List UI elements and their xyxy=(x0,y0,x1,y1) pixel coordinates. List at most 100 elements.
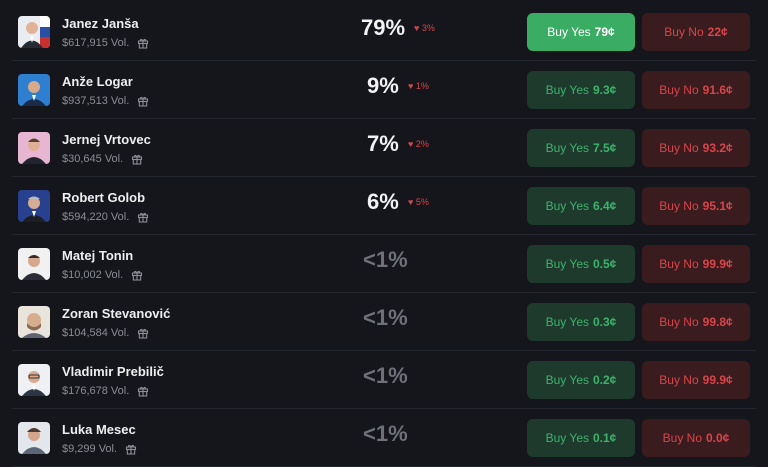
list-item[interactable]: Anže Logar $937,513 Vol. 9% ♥ 1% Buy Yes… xyxy=(0,61,768,119)
list-item[interactable]: Matej Tonin $10,002 Vol. <1% Buy Yes 0.5¢… xyxy=(0,235,768,293)
gift-icon[interactable] xyxy=(137,327,149,339)
avatar xyxy=(18,306,50,338)
buy-no-label: Buy No xyxy=(662,431,702,445)
change-value: 1% xyxy=(415,81,429,91)
volume-text: $10,002 Vol. xyxy=(62,269,124,281)
buy-no-button[interactable]: Buy No 93.2¢ xyxy=(642,129,750,167)
probability-value: 6% xyxy=(367,189,399,214)
gift-icon[interactable] xyxy=(137,385,149,397)
avatar xyxy=(18,74,50,106)
gift-icon[interactable] xyxy=(137,211,149,223)
candidate-name: Vladimir Prebilič xyxy=(62,364,164,379)
change-indicator: ♥ 3% xyxy=(414,23,435,33)
probability-value: 7% xyxy=(367,131,399,156)
outcome-list: Janez Janša $617,915 Vol. 79% ♥ 3% Buy Y… xyxy=(0,0,768,467)
buy-yes-button[interactable]: Buy Yes 0.3¢ xyxy=(527,303,635,341)
candidate-name: Zoran Stevanović xyxy=(62,306,171,321)
buy-yes-button[interactable]: Buy Yes 0.2¢ xyxy=(527,361,635,399)
yes-price: 6.4¢ xyxy=(593,199,617,213)
buy-no-label: Buy No xyxy=(659,199,699,213)
buy-yes-label: Buy Yes xyxy=(545,83,589,97)
list-item[interactable]: Jernej Vrtovec $30,645 Vol. 7% ♥ 2% Buy … xyxy=(0,119,768,177)
volume: $104,584 Vol. xyxy=(62,327,149,339)
change-value: 2% xyxy=(415,139,429,149)
yes-price: 0.2¢ xyxy=(593,373,617,387)
volume: $617,915 Vol. xyxy=(62,37,149,49)
volume: $9,299 Vol. xyxy=(62,443,137,455)
volume-text: $176,678 Vol. xyxy=(62,385,130,397)
buy-no-label: Buy No xyxy=(659,141,699,155)
buy-no-button[interactable]: Buy No 99.9¢ xyxy=(642,245,750,283)
buy-yes-button[interactable]: Buy Yes 9.3¢ xyxy=(527,71,635,109)
volume: $10,002 Vol. xyxy=(62,269,143,281)
change-value: 5% xyxy=(415,197,429,207)
gift-icon[interactable] xyxy=(137,37,149,49)
heart-icon: ♥ xyxy=(408,81,414,91)
list-item[interactable]: Zoran Stevanović $104,584 Vol. <1% Buy Y… xyxy=(0,293,768,351)
buy-yes-label: Buy Yes xyxy=(545,141,589,155)
buy-yes-label: Buy Yes xyxy=(545,199,589,213)
volume: $937,513 Vol. xyxy=(62,95,149,107)
heart-icon: ♥ xyxy=(408,197,414,207)
gift-icon[interactable] xyxy=(137,95,149,107)
avatar xyxy=(18,16,50,48)
buy-no-label: Buy No xyxy=(664,25,704,39)
list-item[interactable]: Vladimir Prebilič $176,678 Vol. <1% Buy … xyxy=(0,351,768,409)
candidate-name: Luka Mesec xyxy=(62,422,136,437)
no-price: 91.6¢ xyxy=(702,83,733,97)
buy-no-button[interactable]: Buy No 99.9¢ xyxy=(642,361,750,399)
buy-yes-button[interactable]: Buy Yes 0.1¢ xyxy=(527,419,635,457)
list-item[interactable]: Robert Golob $594,220 Vol. 6% ♥ 5% Buy Y… xyxy=(0,177,768,235)
avatar xyxy=(18,364,50,396)
volume-text: $30,645 Vol. xyxy=(62,153,124,165)
buy-yes-button[interactable]: Buy Yes 0.5¢ xyxy=(527,245,635,283)
no-price: 93.2¢ xyxy=(702,141,733,155)
avatar xyxy=(18,422,50,454)
buy-yes-button[interactable]: Buy Yes 6.4¢ xyxy=(527,187,635,225)
yes-price: 0.3¢ xyxy=(593,315,617,329)
heart-icon: ♥ xyxy=(414,23,420,33)
no-price: 99.9¢ xyxy=(702,373,733,387)
volume: $594,220 Vol. xyxy=(62,211,149,223)
candidate-name: Jernej Vrtovec xyxy=(62,132,151,147)
buy-yes-label: Buy Yes xyxy=(545,373,589,387)
no-price: 22¢ xyxy=(707,25,728,39)
buy-yes-button[interactable]: Buy Yes 7.5¢ xyxy=(527,129,635,167)
buy-no-button[interactable]: Buy No 95.1¢ xyxy=(642,187,750,225)
buy-no-button[interactable]: Buy No 91.6¢ xyxy=(642,71,750,109)
volume: $176,678 Vol. xyxy=(62,385,149,397)
change-indicator: ♥ 5% xyxy=(408,197,429,207)
buy-no-button[interactable]: Buy No 0.0¢ xyxy=(642,419,750,457)
list-item[interactable]: Janez Janša $617,915 Vol. 79% ♥ 3% Buy Y… xyxy=(0,3,768,61)
heart-icon: ♥ xyxy=(408,139,414,149)
no-price: 0.0¢ xyxy=(706,431,730,445)
probability-value: <1% xyxy=(363,421,408,446)
buy-no-label: Buy No xyxy=(659,373,699,387)
candidate-name: Robert Golob xyxy=(62,190,146,205)
buy-yes-label: Buy Yes xyxy=(547,25,591,39)
gift-icon[interactable] xyxy=(131,153,143,165)
volume-text: $617,915 Vol. xyxy=(62,37,130,49)
no-price: 99.9¢ xyxy=(702,257,733,271)
avatar xyxy=(18,132,50,164)
buy-yes-label: Buy Yes xyxy=(545,257,589,271)
gift-icon[interactable] xyxy=(125,443,137,455)
buy-no-button[interactable]: Buy No 99.8¢ xyxy=(642,303,750,341)
volume: $30,645 Vol. xyxy=(62,153,143,165)
gift-icon[interactable] xyxy=(131,269,143,281)
candidate-name: Matej Tonin xyxy=(62,248,134,263)
candidate-name: Anže Logar xyxy=(62,74,133,89)
buy-yes-button[interactable]: Buy Yes 79¢ xyxy=(527,13,635,51)
change-value: 3% xyxy=(421,23,435,33)
no-price: 95.1¢ xyxy=(702,199,733,213)
avatar xyxy=(18,248,50,280)
buy-no-button[interactable]: Buy No 22¢ xyxy=(642,13,750,51)
volume-text: $594,220 Vol. xyxy=(62,211,130,223)
buy-yes-label: Buy Yes xyxy=(545,431,589,445)
probability-value: <1% xyxy=(363,305,408,330)
probability-value: 79% xyxy=(361,15,406,40)
yes-price: 0.1¢ xyxy=(593,431,617,445)
list-item[interactable]: Luka Mesec $9,299 Vol. <1% Buy Yes 0.1¢ B… xyxy=(0,409,768,467)
change-indicator: ♥ 2% xyxy=(408,139,429,149)
no-price: 99.8¢ xyxy=(702,315,733,329)
